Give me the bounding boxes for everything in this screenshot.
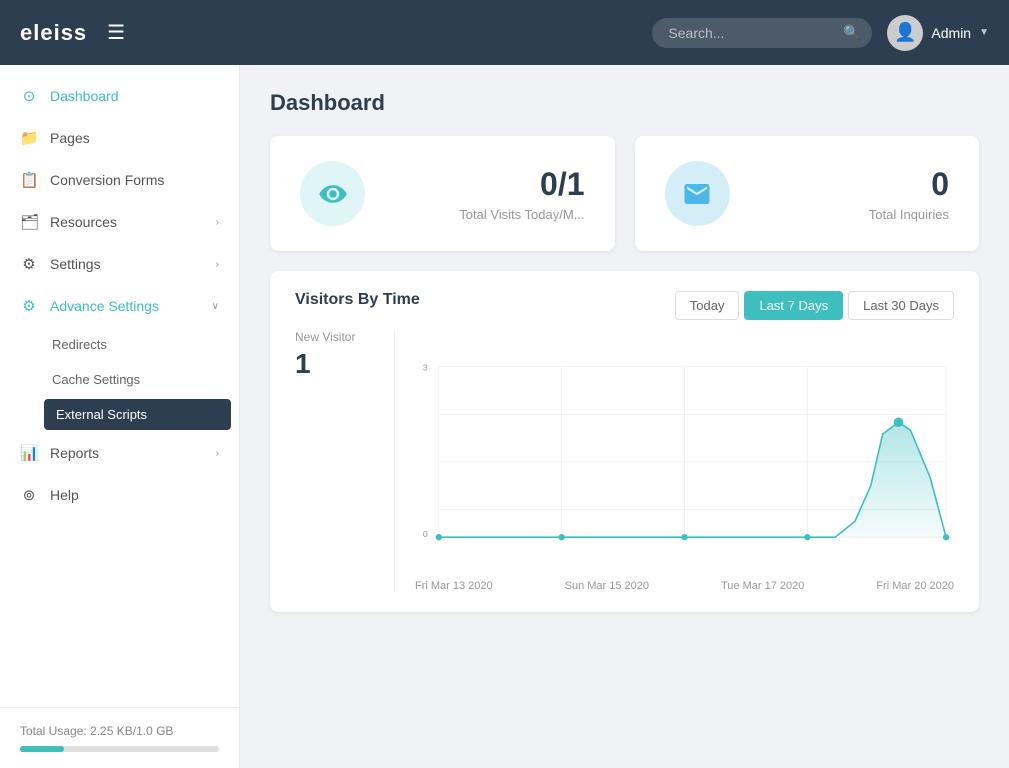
visits-icon-circle [300, 161, 365, 226]
sidebar-sub-item-external-scripts[interactable]: External Scripts [44, 399, 231, 430]
inquiries-label: Total Inquiries [750, 207, 950, 222]
chart-section: Visitors By Time Today Last 7 Days Last … [270, 271, 979, 612]
usage-label: Total Usage: 2.25 KB/1.0 GB [20, 724, 173, 738]
dashboard-icon: ⊙ [20, 87, 38, 105]
search-icon: 🔍 [843, 24, 860, 41]
svg-text:3: 3 [423, 363, 428, 373]
chart-buttons: Today Last 7 Days Last 30 Days [675, 291, 954, 320]
visits-card: 0/1 Total Visits Today/M... [270, 136, 615, 251]
usage-bar-bg [20, 746, 219, 752]
chevron-down-icon: ▼ [979, 27, 989, 38]
sidebar: ⊙ Dashboard 📁 Pages 📋 Conversion Forms 🗂… [0, 65, 240, 768]
sidebar-sub-item-redirects[interactable]: Redirects [0, 327, 239, 362]
sidebar-item-label: Help [50, 487, 219, 503]
visits-label: Total Visits Today/M... [385, 207, 585, 222]
x-label-3: Fri Mar 20 2020 [876, 580, 954, 592]
menu-icon[interactable]: ☰ [107, 20, 125, 45]
pages-icon: 📁 [20, 129, 38, 147]
chart-sidebar-stats: New Visitor 1 [295, 330, 395, 592]
search-input[interactable] [652, 18, 872, 48]
visits-number: 0/1 [385, 166, 585, 203]
cards-row: 0/1 Total Visits Today/M... 0 Total Inqu… [270, 136, 979, 251]
sidebar-item-label: Conversion Forms [50, 172, 219, 188]
header-left: eleiss ☰ [20, 20, 125, 46]
conversion-forms-icon: 📋 [20, 171, 38, 189]
resources-icon: 🗂 [20, 213, 38, 231]
avatar: 👤 [887, 15, 923, 51]
sidebar-item-label: Pages [50, 130, 219, 146]
sidebar-item-advance-settings[interactable]: ⚙ Advance Settings ∨ [0, 285, 239, 327]
sidebar-item-settings[interactable]: ⚙ Settings › [0, 243, 239, 285]
header: eleiss ☰ 🔍 👤 Admin ▼ [0, 0, 1009, 65]
main-content: Dashboard 0/1 Total Visits Today/M... [240, 65, 1009, 768]
visits-card-text: 0/1 Total Visits Today/M... [385, 166, 585, 222]
admin-area[interactable]: 👤 Admin ▼ [887, 15, 989, 51]
x-label-1: Sun Mar 15 2020 [565, 580, 649, 592]
sidebar-footer: Total Usage: 2.25 KB/1.0 GB [0, 707, 239, 768]
inquiries-card-text: 0 Total Inquiries [750, 166, 950, 222]
sidebar-item-label: Settings [50, 256, 204, 272]
logo: eleiss [20, 20, 87, 46]
chart-btn-last7[interactable]: Last 7 Days [744, 291, 843, 320]
chart-btn-today[interactable]: Today [675, 291, 740, 320]
sidebar-item-label: Reports [50, 445, 204, 461]
x-label-0: Fri Mar 13 2020 [415, 580, 493, 592]
eye-icon [318, 179, 348, 209]
sidebar-item-label: Dashboard [50, 88, 219, 104]
sidebar-item-pages[interactable]: 📁 Pages [0, 117, 239, 159]
settings-icon: ⚙ [20, 255, 38, 273]
stat-value: 1 [295, 348, 379, 380]
stat-label: New Visitor [295, 330, 379, 344]
sidebar-item-conversion-forms[interactable]: 📋 Conversion Forms [0, 159, 239, 201]
search-wrapper: 🔍 [652, 18, 872, 48]
chevron-down-icon: ∨ [212, 301, 219, 312]
chart-title: Visitors By Time [295, 291, 420, 309]
chart-header: Visitors By Time Today Last 7 Days Last … [295, 291, 954, 320]
x-label-2: Tue Mar 17 2020 [721, 580, 804, 592]
sidebar-item-resources[interactable]: 🗂 Resources › [0, 201, 239, 243]
chart-body: New Visitor 1 3 0 [295, 330, 954, 592]
header-right: 🔍 👤 Admin ▼ [652, 15, 989, 51]
advance-settings-icon: ⚙ [20, 297, 38, 315]
inquiries-number: 0 [750, 166, 950, 203]
sidebar-item-label: Advance Settings [50, 298, 200, 314]
chart-svg: 3 0 [415, 330, 954, 570]
sidebar-item-dashboard[interactable]: ⊙ Dashboard [0, 75, 239, 117]
chart-x-labels: Fri Mar 13 2020 Sun Mar 15 2020 Tue Mar … [415, 575, 954, 592]
admin-label: Admin [931, 25, 971, 41]
chart-container: 3 0 [415, 330, 954, 592]
usage-bar-fill [20, 746, 64, 752]
sidebar-item-reports[interactable]: 📊 Reports › [0, 432, 239, 474]
chevron-right-icon: › [216, 217, 219, 228]
layout: ⊙ Dashboard 📁 Pages 📋 Conversion Forms 🗂… [0, 65, 1009, 768]
sidebar-sub-item-cache-settings[interactable]: Cache Settings [0, 362, 239, 397]
sidebar-item-label: Resources [50, 214, 204, 230]
inquiries-card: 0 Total Inquiries [635, 136, 980, 251]
help-icon: ⊚ [20, 486, 38, 504]
chevron-right-icon: › [216, 259, 219, 270]
page-title: Dashboard [270, 90, 979, 116]
reports-icon: 📊 [20, 444, 38, 462]
svg-text:0: 0 [423, 529, 428, 539]
sidebar-nav: ⊙ Dashboard 📁 Pages 📋 Conversion Forms 🗂… [0, 65, 239, 707]
chart-btn-last30[interactable]: Last 30 Days [848, 291, 954, 320]
mail-icon [682, 179, 712, 209]
inquiries-icon-circle [665, 161, 730, 226]
chevron-right-icon: › [216, 448, 219, 459]
sidebar-item-help[interactable]: ⊚ Help [0, 474, 239, 516]
